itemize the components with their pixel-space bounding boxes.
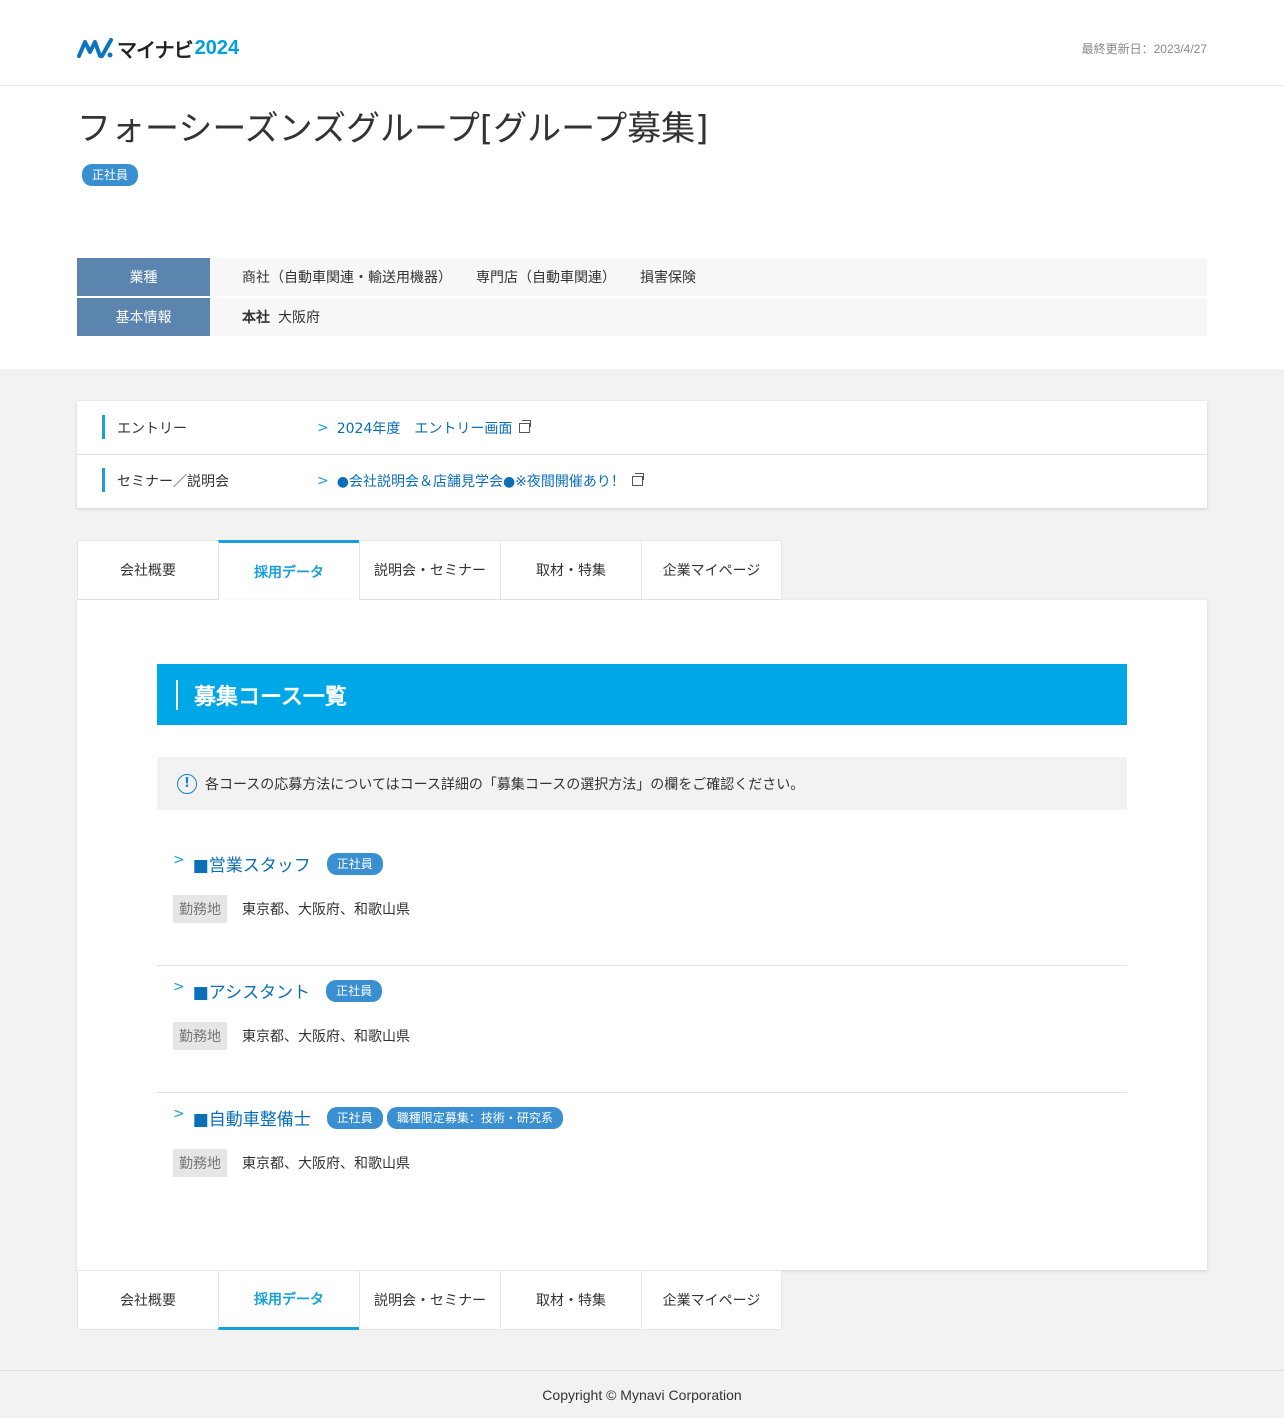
entry-link-text: 2024年度 エントリー画面 <box>336 420 513 437</box>
course-link[interactable]: ■営業スタッフ <box>193 851 311 876</box>
job-category-badge: 職種限定募集：技術・研究系 <box>386 1106 563 1129</box>
notice-text: 各コースの応募方法についてはコース詳細の「募集コースの選択方法」の欄をご確認くだ… <box>205 776 805 793</box>
chevron-right-icon: > <box>173 1105 185 1122</box>
entry-link[interactable]: > 2024年度 エントリー画面 <box>317 418 532 438</box>
bottom-tab-bar: 会社概要 採用データ 説明会・セミナー 取材・特集 企業マイページ <box>77 1270 782 1330</box>
location-value: 東京都、大阪府、和歌山県 <box>242 1029 410 1045</box>
basic-info-values: 本社 大阪府 <box>210 298 1207 336</box>
location-value: 東京都、大阪府、和歌山県 <box>242 902 410 918</box>
company-title: フォーシーズンズグループ[グループ募集] <box>77 109 709 149</box>
tab-company-overview[interactable]: 会社概要 <box>77 540 218 600</box>
industry-row: 業種 商社（自動車関連・輸送用機器） 専門店（自動車関連） 損害保険 <box>77 258 1207 296</box>
mynavi-logo[interactable]: マイナビ 2024 <box>77 34 239 62</box>
mynavi-logo-icon <box>77 38 113 58</box>
tab-company-overview[interactable]: 会社概要 <box>77 1270 218 1330</box>
notice-box: ! 各コースの応募方法についてはコース詳細の「募集コースの選択方法」の欄をご確認… <box>157 757 1127 810</box>
course-title-row: > ■アシスタント 正社員 <box>173 978 386 1003</box>
hq-label: 本社 <box>242 310 270 326</box>
basic-info-row: 基本情報 本社 大阪府 <box>77 298 1207 336</box>
basic-info-label: 基本情報 <box>77 298 210 336</box>
location-label: 勤務地 <box>173 1149 227 1177</box>
location-row: 勤務地 東京都、大阪府、和歌山県 <box>173 1022 410 1050</box>
course-title-row: > ■自動車整備士 正社員 職種限定募集：技術・研究系 <box>173 1105 567 1130</box>
course-link[interactable]: ■アシスタント <box>193 978 310 1003</box>
location-row: 勤務地 東京都、大阪府、和歌山県 <box>173 895 410 923</box>
course-title-row: > ■営業スタッフ 正社員 <box>173 851 387 876</box>
content-panel: 募集コース一覧 ! 各コースの応募方法についてはコース詳細の「募集コースの選択方… <box>77 600 1207 1270</box>
chevron-right-icon: > <box>173 978 185 995</box>
industry-item: 商社（自動車関連・輸送用機器） <box>242 270 452 286</box>
tab-recruitment-data[interactable]: 採用データ <box>218 1270 359 1330</box>
logo-text: マイナビ <box>117 37 194 62</box>
tab-seminars[interactable]: 説明会・セミナー <box>359 1270 500 1330</box>
course-item: > ■アシスタント 正社員 勤務地 東京都、大阪府、和歌山県 <box>157 966 1127 1093</box>
employment-badge: 正社員 <box>326 852 383 875</box>
industry-values: 商社（自動車関連・輸送用機器） 専門店（自動車関連） 損害保険 <box>210 258 1207 296</box>
external-link-icon <box>519 419 532 433</box>
seminar-link[interactable]: > ●会社説明会＆店舗見学会●※夜間開催あり！ <box>317 471 644 491</box>
tab-company-mypage[interactable]: 企業マイページ <box>641 1270 782 1330</box>
industry-item: 損害保険 <box>640 270 696 286</box>
tab-features[interactable]: 取材・特集 <box>500 540 641 600</box>
location-label: 勤務地 <box>173 895 227 923</box>
site-header: マイナビ 2024 最終更新日：2023/4/27 <box>0 0 1284 86</box>
hq-value: 大阪府 <box>278 310 320 326</box>
location-label: 勤務地 <box>173 1022 227 1050</box>
course-item: > ■自動車整備士 正社員 職種限定募集：技術・研究系 勤務地 東京都、大阪府、… <box>157 1093 1127 1220</box>
entry-box: エントリー > 2024年度 エントリー画面 セミナー／説明会 > ●会社説明会… <box>77 401 1207 508</box>
courses-heading: 募集コース一覧 <box>157 664 1127 725</box>
company-info-table: 業種 商社（自動車関連・輸送用機器） 専門店（自動車関連） 損害保険 基本情報 … <box>77 258 1207 338</box>
tab-company-mypage[interactable]: 企業マイページ <box>641 540 782 600</box>
tab-seminars[interactable]: 説明会・セミナー <box>359 540 500 600</box>
tab-recruitment-data[interactable]: 採用データ <box>218 540 359 602</box>
employment-badge: 正社員 <box>326 979 383 1002</box>
entry-label: エントリー <box>77 414 317 439</box>
chevron-right-icon: > <box>317 473 329 489</box>
seminar-row: セミナー／説明会 > ●会社説明会＆店舗見学会●※夜間開催あり！ <box>77 454 1207 507</box>
external-link-icon <box>631 473 644 486</box>
seminar-link-text: ●会社説明会＆店舗見学会●※夜間開催あり！ <box>336 474 625 490</box>
tab-features[interactable]: 取材・特集 <box>500 1270 641 1330</box>
industry-label: 業種 <box>77 258 210 296</box>
copyright-text: Copyright © Mynavi Corporation <box>542 1386 742 1403</box>
course-item: > ■営業スタッフ 正社員 勤務地 東京都、大阪府、和歌山県 <box>157 839 1127 966</box>
chevron-right-icon: > <box>317 419 329 436</box>
top-tab-bar: 会社概要 採用データ 説明会・セミナー 取材・特集 企業マイページ <box>77 540 782 602</box>
entry-row: エントリー > 2024年度 エントリー画面 <box>77 401 1207 454</box>
industry-item: 専門店（自動車関連） <box>476 270 616 286</box>
info-exclamation-icon: ! <box>177 773 197 794</box>
logo-year: 2024 <box>194 36 240 59</box>
last-updated: 最終更新日：2023/4/27 <box>1081 42 1207 56</box>
location-value: 東京都、大阪府、和歌山県 <box>242 1156 410 1172</box>
footer: Copyright © Mynavi Corporation <box>0 1370 1284 1418</box>
chevron-right-icon: > <box>173 851 185 868</box>
seminar-label: セミナー／説明会 <box>77 468 317 492</box>
employment-badge: 正社員 <box>326 1106 383 1129</box>
location-row: 勤務地 東京都、大阪府、和歌山県 <box>173 1149 410 1177</box>
employment-badge: 正社員 <box>82 164 139 186</box>
course-link[interactable]: ■自動車整備士 <box>193 1105 311 1130</box>
